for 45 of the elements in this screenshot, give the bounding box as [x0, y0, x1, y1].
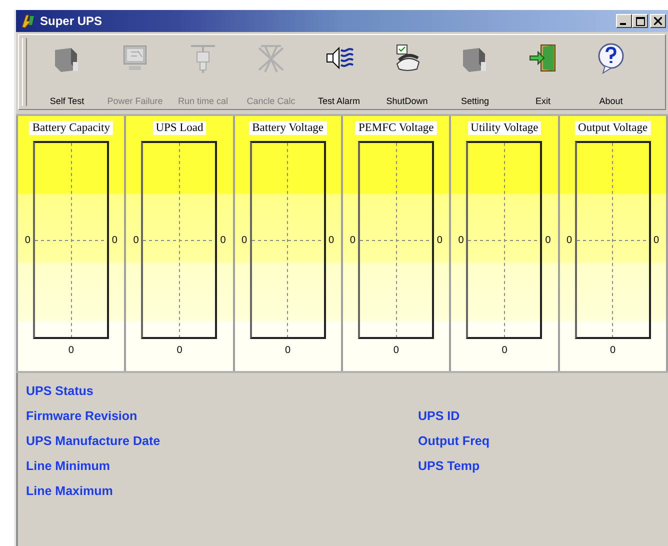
status-label: Line Maximum: [26, 483, 114, 500]
status-label: UPS Manufacture Date: [26, 433, 162, 450]
gauge-reading: 0: [393, 345, 399, 356]
gauge-reading: 0: [457, 234, 464, 246]
gauge-reading: 0: [349, 234, 356, 246]
toolbar-button[interactable]: Self Test: [34, 38, 100, 106]
maximize-icon: [636, 16, 644, 26]
gauge-title: Utility Voltage: [468, 121, 542, 135]
minimize-button[interactable]: [616, 14, 632, 28]
status-label: UPS Status: [26, 383, 94, 400]
gauge-reading: 0: [176, 345, 182, 356]
status-label: Output Freq: [418, 433, 491, 450]
toolbar-button[interactable]: About: [578, 38, 644, 106]
toolbar-button[interactable]: Test Alarm: [306, 38, 372, 106]
gauge-reading: 0: [24, 234, 32, 246]
gauge-title: UPS Load: [152, 121, 206, 135]
status-label: Firmware Revision: [26, 408, 138, 425]
gauge-title: Output Voltage: [575, 121, 651, 135]
gauge-reading: 0: [544, 234, 552, 246]
gauge-title: PEMFC Voltage: [355, 121, 437, 135]
status-label: UPS Temp: [418, 458, 481, 475]
toolbar-button[interactable]: ShutDown: [374, 38, 440, 106]
close-icon: [654, 17, 662, 25]
status-label: UPS ID: [418, 408, 461, 425]
toolbar-button[interactable]: Setting: [442, 38, 508, 106]
gauge-reading: 0: [111, 234, 118, 246]
gauge-reading: 0: [502, 345, 508, 356]
gauge-reading: 0: [219, 234, 226, 246]
gauge-reading: 0: [240, 234, 248, 246]
gauge-title: Battery Voltage: [249, 121, 327, 135]
maximize-button[interactable]: [632, 14, 648, 28]
gauge-reading: 0: [436, 234, 444, 246]
close-button[interactable]: [650, 14, 666, 28]
gauge-reading: 0: [132, 234, 140, 246]
gauge-reading: 0: [68, 345, 74, 356]
gauge-title: Battery Capacity: [29, 121, 113, 135]
gauge-reading: 0: [285, 345, 291, 356]
window-title: Super UPS: [40, 14, 104, 28]
toolbar-button[interactable]: Exit: [510, 38, 576, 106]
app-icon: [20, 13, 36, 29]
status-label: Line Minimum: [26, 458, 112, 475]
gauge-reading: 0: [328, 234, 335, 246]
gauge-reading: 0: [610, 345, 616, 356]
gauge-reading: 0: [652, 234, 660, 246]
gauge-reading: 0: [566, 234, 573, 246]
